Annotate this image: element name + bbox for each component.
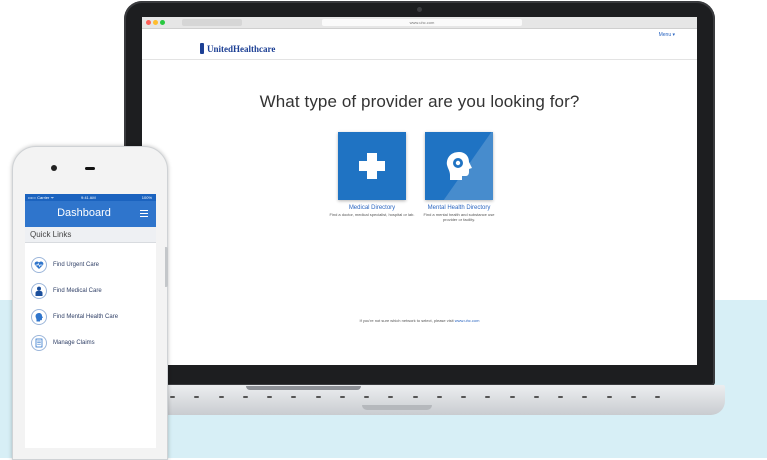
- menu-link[interactable]: Menu ▾: [659, 32, 675, 38]
- close-window-icon[interactable]: [146, 20, 151, 25]
- medical-cross-icon: [359, 153, 385, 179]
- uhc-link[interactable]: www.uhc.com: [455, 318, 480, 323]
- quick-link-label: Find Mental Health Care: [53, 314, 119, 320]
- medical-directory-description: Find a doctor, medical specialist, hospi…: [329, 212, 415, 217]
- doctor-icon: [31, 283, 47, 299]
- medical-directory-caption[interactable]: Medical Directory Find a doctor, medical…: [329, 205, 415, 217]
- laptop-notch: [362, 405, 432, 410]
- laptop: www.uhc.com Menu ▾ UnitedHealthcare What…: [124, 1, 715, 386]
- browser-toolbar: www.uhc.com: [142, 17, 697, 29]
- quick-link-label: Find Urgent Care: [53, 262, 100, 268]
- phone-camera: [51, 165, 57, 171]
- laptop-screen: www.uhc.com Menu ▾ UnitedHealthcare What…: [142, 17, 697, 365]
- head-icon: [31, 309, 47, 325]
- browser-tab[interactable]: [182, 19, 242, 26]
- status-battery: 100%: [141, 195, 152, 200]
- quick-link-urgent-care[interactable]: Find Urgent Care: [31, 257, 99, 273]
- page-title: What type of provider are you looking fo…: [259, 92, 580, 111]
- quick-link-mental-health-care[interactable]: Find Mental Health Care: [31, 309, 118, 325]
- quick-link-medical-care[interactable]: Find Medical Care: [31, 283, 102, 299]
- phone: ••••○ Carrier ᯤ 9:41 AM 100% Dashboard Q…: [12, 146, 168, 460]
- laptop-camera: [417, 7, 422, 12]
- quick-link-manage-claims[interactable]: Manage Claims: [31, 335, 95, 351]
- quick-link-label: Find Medical Care: [53, 288, 102, 294]
- hamburger-menu-icon[interactable]: [140, 210, 148, 219]
- medical-directory-button[interactable]: [338, 132, 406, 200]
- maximize-window-icon[interactable]: [160, 20, 165, 25]
- help-note-text: If you're not sure which network to sele…: [359, 318, 455, 323]
- app-bar: Dashboard: [25, 201, 156, 227]
- heart-pulse-icon: [31, 257, 47, 273]
- head-brain-icon: [446, 152, 472, 180]
- quick-link-label: Manage Claims: [53, 340, 95, 346]
- document-icon: [31, 335, 47, 351]
- phone-side-button: [165, 247, 168, 287]
- phone-status-bar: ••••○ Carrier ᯤ 9:41 AM 100%: [25, 194, 156, 201]
- quick-links-heading: Quick Links: [25, 227, 156, 243]
- logo-text: UnitedHealthcare: [207, 43, 276, 54]
- app-title: Dashboard: [57, 207, 111, 219]
- minimize-window-icon[interactable]: [153, 20, 158, 25]
- mental-health-directory-button[interactable]: [425, 132, 493, 200]
- logo-mark-icon: [200, 43, 204, 54]
- brand-logo[interactable]: UnitedHealthcare: [200, 43, 275, 54]
- medical-directory-title[interactable]: Medical Directory: [329, 205, 415, 211]
- laptop-base: [114, 385, 725, 415]
- laptop-hinge: [246, 386, 361, 390]
- status-time: 9:41 AM: [81, 195, 96, 200]
- mental-health-directory-caption[interactable]: Mental Health Directory Find a mental he…: [416, 205, 502, 222]
- laptop-vents: [170, 396, 660, 398]
- mental-health-directory-title[interactable]: Mental Health Directory: [416, 205, 502, 211]
- mental-health-directory-description: Find a mental health and substance use p…: [423, 212, 495, 222]
- address-bar[interactable]: www.uhc.com: [322, 19, 522, 26]
- site-header: Menu ▾ UnitedHealthcare: [142, 29, 697, 60]
- phone-screen: ••••○ Carrier ᯤ 9:41 AM 100% Dashboard Q…: [25, 194, 156, 448]
- help-note: If you're not sure which network to sele…: [142, 318, 697, 323]
- phone-speaker: [85, 167, 95, 170]
